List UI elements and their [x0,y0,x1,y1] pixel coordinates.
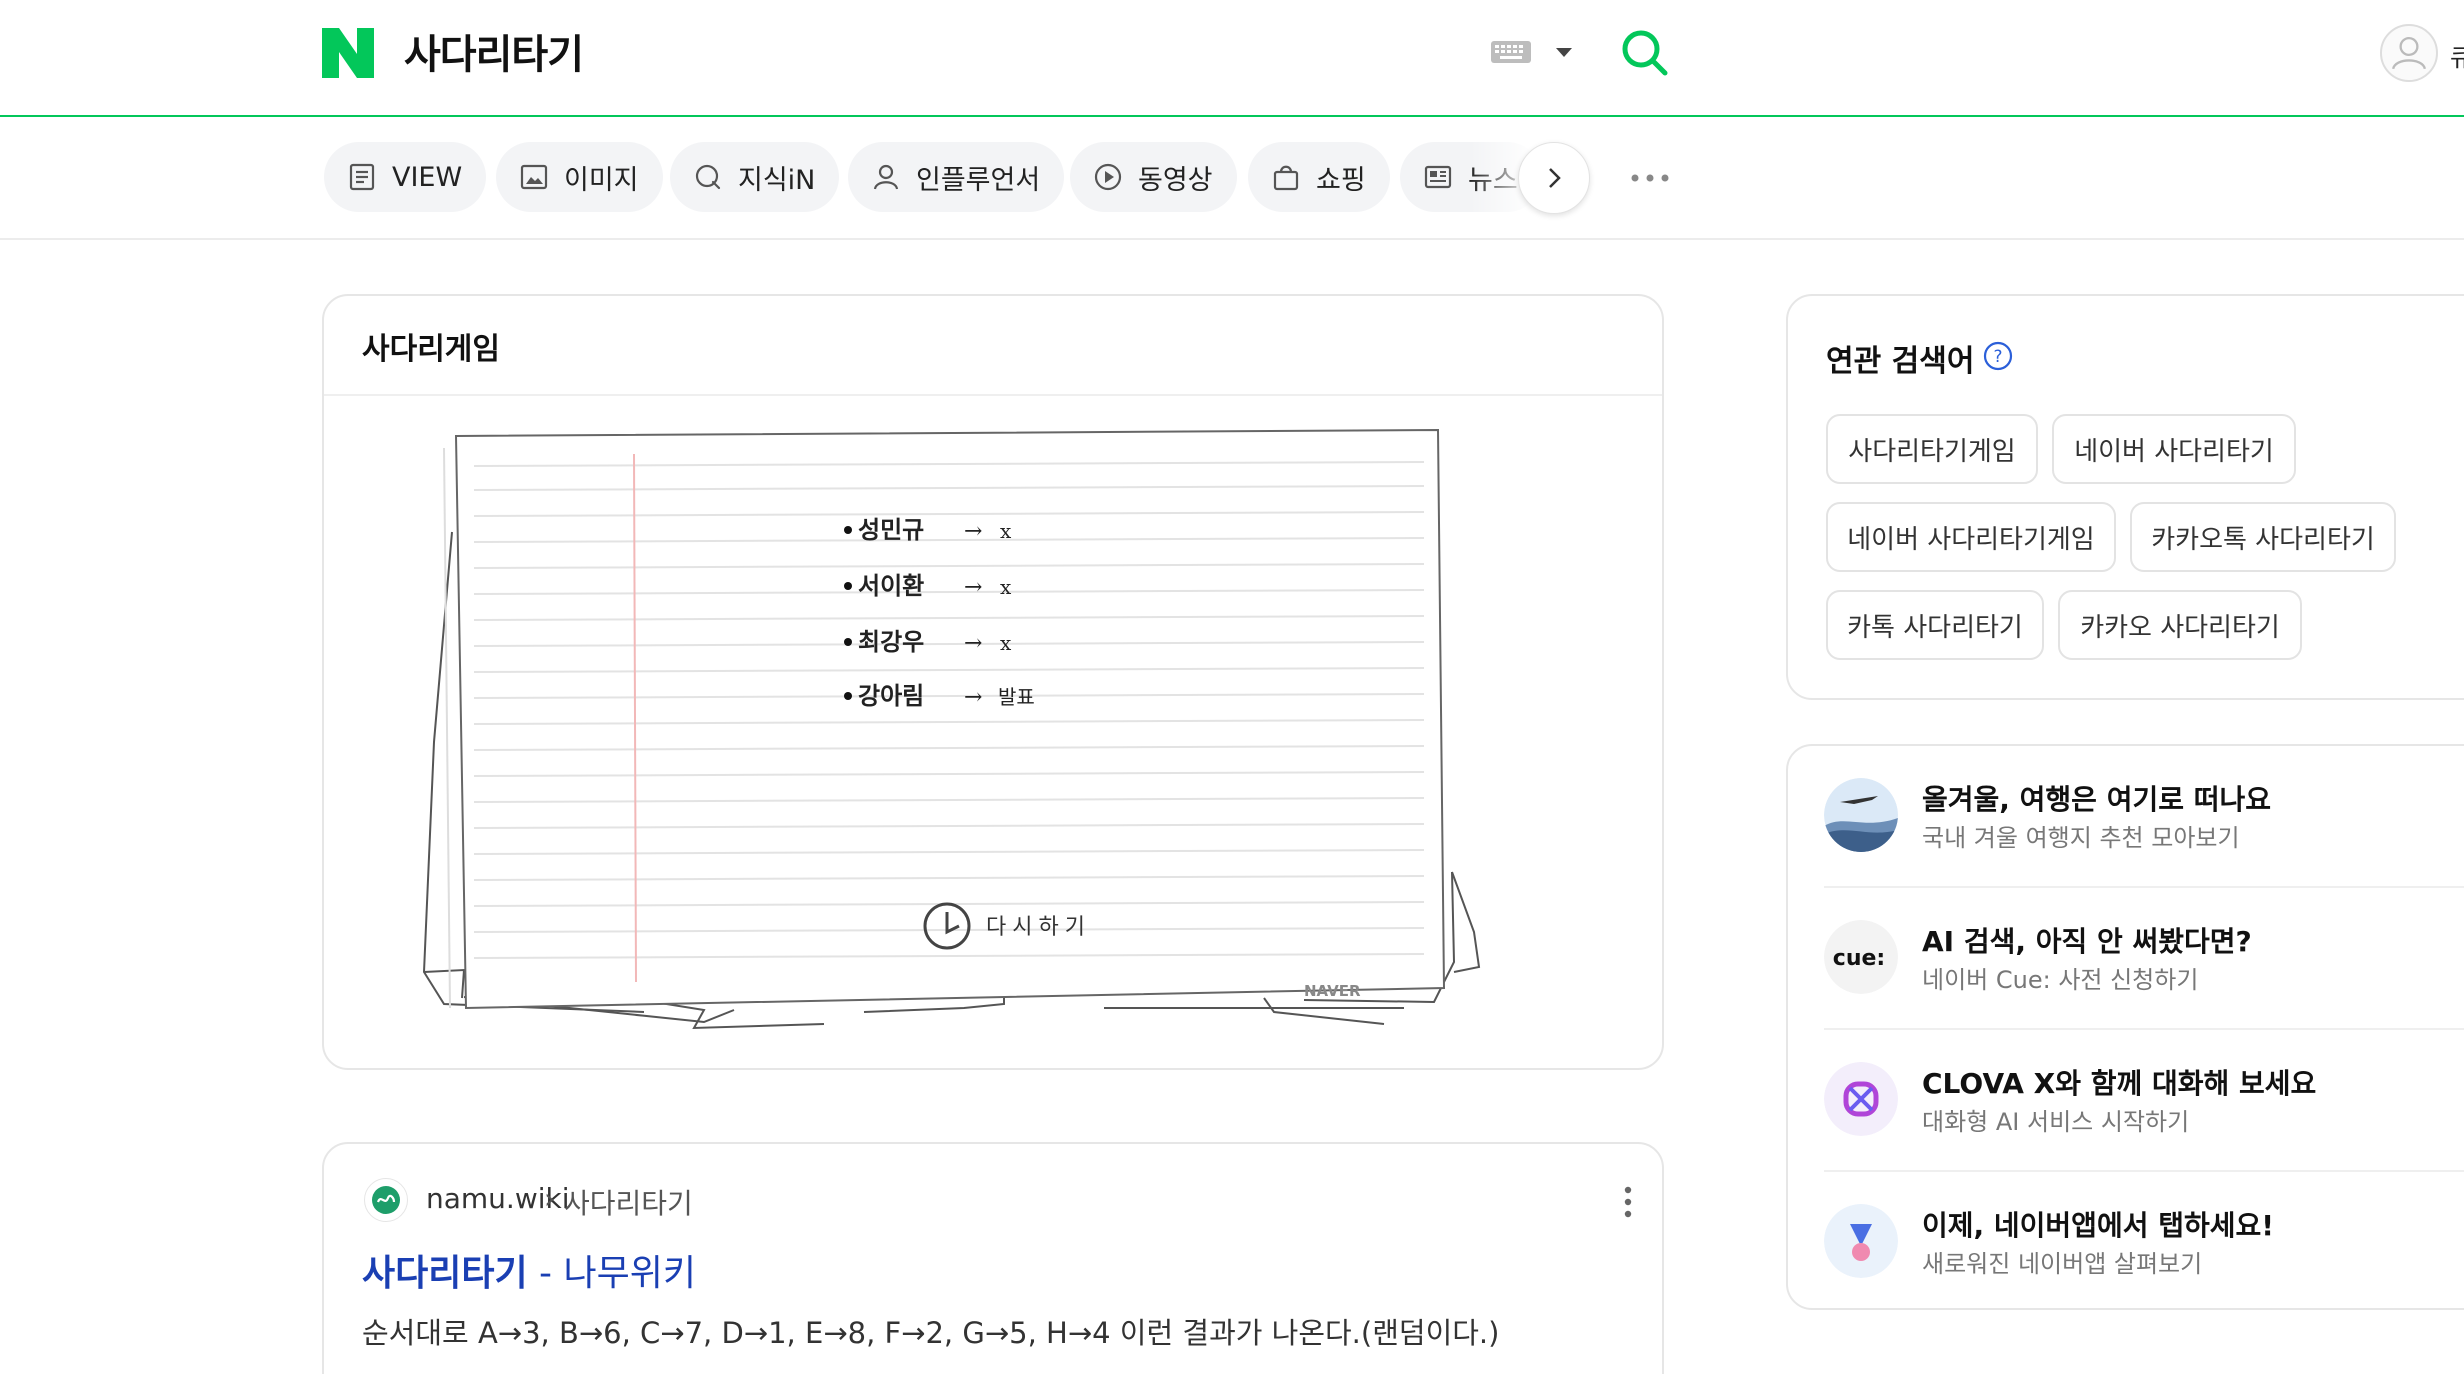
related-chip[interactable]: 네이버 사다리타기게임 [1826,502,2116,572]
keyboard-icon[interactable] [1490,40,1532,64]
image-icon [520,164,548,190]
arrow: → [964,519,982,544]
promo-item-cue[interactable]: cue: AI 검색, 아직 안 써봤다면? 네이버 Cue: 사전 신청하기 [1824,920,2464,1060]
naver-logo[interactable] [322,28,374,78]
entry-result: x [1000,631,1012,655]
related-chip[interactable]: 사다리타기게임 [1826,414,2038,484]
search-icon[interactable] [1620,28,1670,78]
bullet [844,638,852,646]
promo-subtitle: 새로워진 네이버앱 살펴보기 [1922,1250,2203,1278]
search-tabs: VIEW 이미지 지식iN 인플루언서 동영상 쇼핑 뉴스 [0,118,2464,240]
tab-label: 동영상 [1138,164,1213,196]
search-header: 사다리타기 큐 [0,0,2464,117]
more-vertical-icon[interactable] [1614,1184,1642,1220]
promo-subtitle: 국내 겨울 여행지 추천 모아보기 [1922,824,2240,852]
arrow: → [964,685,982,710]
divider [1824,1028,2464,1030]
tabs-next-button[interactable] [1518,142,1590,214]
promo-title: 올겨울, 여행은 여기로 떠나요 [1922,783,2272,816]
tab-label: 지식iN [738,164,816,196]
related-title: 연관 검색어 [1826,344,1975,379]
result-snippet: 순서대로 A→3, B→6, C→7, D→1, E→8, F→2, G→5, … [362,1316,1500,1350]
related-chip[interactable]: 네이버 사다리타기 [2052,414,2296,484]
chevron-down-icon[interactable] [1554,47,1574,59]
result-title-link[interactable]: 사다리타기 - 나무위키 [362,1244,696,1296]
entry-name: 서이환 [858,571,924,600]
promo-subtitle: 네이버 Cue: 사전 신청하기 [1922,966,2199,994]
arrow: → [964,575,982,600]
tab-view[interactable]: VIEW [324,142,487,212]
promo-title: 이제, 네이버앱에서 탭하세요! [1922,1209,2275,1242]
tab-shopping[interactable]: 쇼핑 [1248,142,1390,212]
cue-logo-icon: cue: [1824,920,1898,994]
result-title-main: 사다리타기 [362,1253,528,1294]
entry-result: 발표 [998,685,1035,709]
result-title-rest: - 나무위키 [527,1253,696,1294]
namuwiki-favicon-icon [364,1178,408,1222]
watermark: NAVER [1304,982,1361,1000]
more-horizontal-icon [1631,174,1669,182]
breadcrumb: 사다리타기 [564,1187,693,1220]
bullet [844,582,852,590]
help-icon[interactable]: ? [1982,340,2014,372]
bullet [844,692,852,700]
kin-icon [695,164,721,190]
entry-name: 강아림 [858,681,924,710]
divider [1824,1170,2464,1172]
more-tabs-button[interactable] [1628,160,1672,196]
arrow: → [964,631,982,656]
related-chip[interactable]: 카카오 사다리타기 [2058,590,2302,660]
related-chip[interactable]: 카카오톡 사다리타기 [2130,502,2396,572]
promo-title: CLOVA X와 함께 대화해 보세요 [1922,1067,2317,1100]
promo-item-travel[interactable]: 올겨울, 여행은 여기로 떠나요 국내 겨울 여행지 추천 모아보기 [1824,778,2464,918]
tab-kin[interactable]: 지식iN [670,142,840,212]
entry-result: x [1000,519,1012,543]
divider [324,394,1662,396]
tab-label: 이미지 [564,164,639,196]
promo-item-clova[interactable]: CLOVA X와 함께 대화해 보세요 대화형 AI 서비스 시작하기 [1824,1062,2464,1202]
tab-image[interactable]: 이미지 [496,142,663,212]
tab-video[interactable]: 동영상 [1070,142,1237,212]
person-icon [873,164,899,190]
card-title: 사다리게임 [362,332,500,367]
promo-card: 올겨울, 여행은 여기로 떠나요 국내 겨울 여행지 추천 모아보기 cue: … [1786,744,2464,1310]
promo-item-naverapp[interactable]: 이제, 네이버앱에서 탭하세요! 새로워진 네이버앱 살펴보기 [1824,1204,2464,1344]
clova-x-icon [1824,1062,1898,1136]
travel-icon [1824,778,1898,852]
avatar[interactable] [2380,24,2438,82]
tab-label: 쇼핑 [1316,164,1366,196]
entry-name: 최강우 [858,627,924,656]
entry-name: 성민규 [858,515,924,544]
cue-logo-text: cue: [1833,946,1885,971]
chevron-right-icon [1549,168,1561,188]
bullet [844,526,852,534]
user-name[interactable]: 큐 [2450,38,2464,73]
promo-title: AI 검색, 아직 안 써봤다면? [1922,925,2252,958]
view-icon [349,163,375,191]
naver-app-icon [1824,1204,1898,1278]
breadcrumb-separator: › [544,1182,556,1215]
related-searches-card: 연관 검색어 ? 사다리타기게임 네이버 사다리타기 네이버 사다리타기게임 카… [1786,294,2464,700]
svg-text:?: ? [1993,347,2002,367]
related-chip[interactable]: 카톡 사다리타기 [1826,590,2044,660]
tab-label: VIEW [392,161,463,193]
news-icon [1424,165,1452,189]
search-query-text[interactable]: 사다리타기 [404,22,584,80]
web-result-card: namu.wiki › 사다리타기 사다리타기 - 나무위키 순서대로 A→3,… [322,1142,1664,1374]
tab-influencer[interactable]: 인플루언서 [848,142,1065,212]
promo-subtitle: 대화형 AI 서비스 시작하기 [1922,1108,2190,1136]
tab-label: 인플루언서 [916,164,1041,196]
play-icon [1094,163,1122,191]
divider [1824,886,2464,888]
ladder-game-card: 사다리게임 성민규 → x 서이환 → x 최강우 → x 강아림 → 발표 다… [322,294,1664,1070]
bag-icon [1273,165,1299,191]
ladder-game-illustration: 성민규 → x 서이환 → x 최강우 → x 강아림 → 발표 다시하기 NA… [422,428,1481,1030]
replay-label: 다시하기 [986,915,1091,940]
entry-result: x [1000,575,1012,599]
